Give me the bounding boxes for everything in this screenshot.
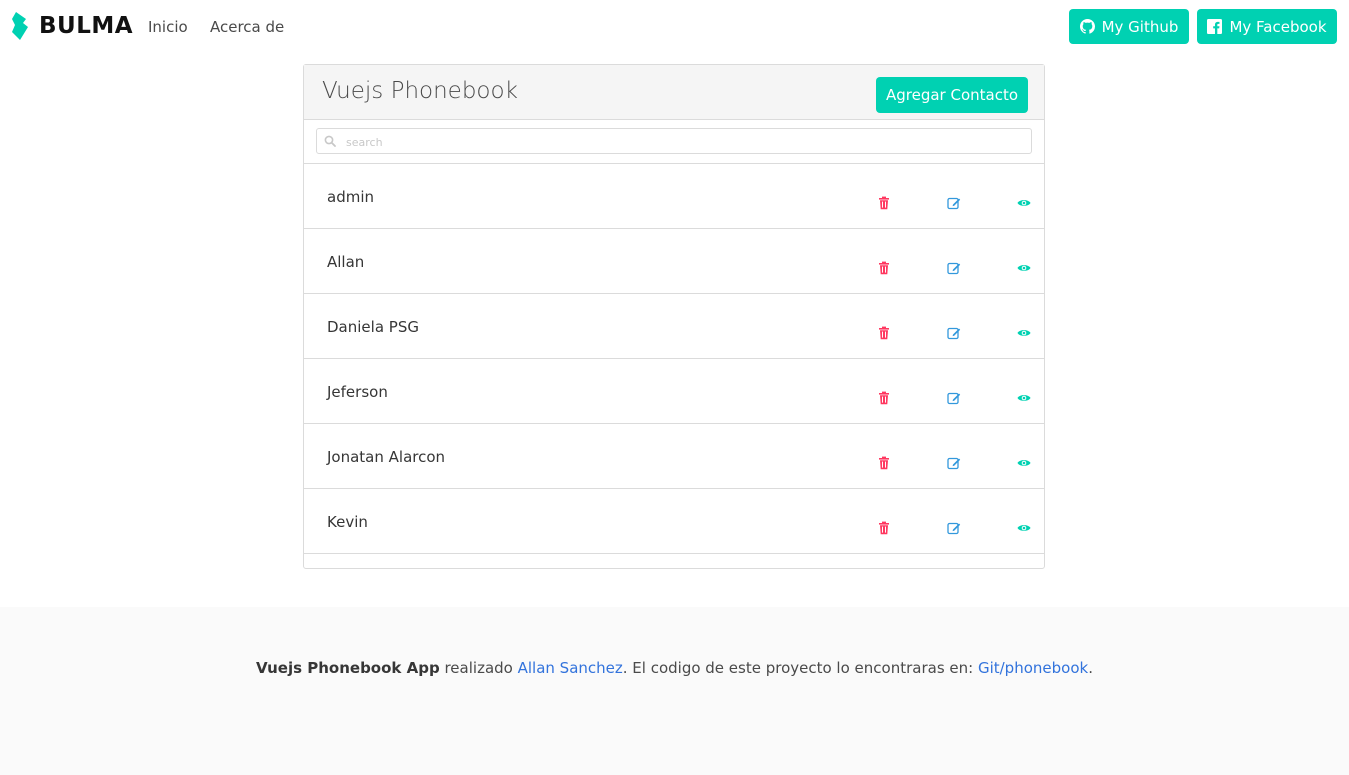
footer-text: Vuejs Phonebook App realizado Allan Sanc… <box>0 659 1349 677</box>
delete-icon[interactable] <box>877 196 891 210</box>
delete-icon[interactable] <box>877 521 891 535</box>
contact-name: admin <box>327 188 374 206</box>
view-icon[interactable] <box>1017 326 1031 340</box>
navbar: BULMA Inicio Acerca de My Github My Face… <box>0 0 1349 54</box>
facebook-icon <box>1207 19 1223 34</box>
brand[interactable]: BULMA <box>12 12 133 40</box>
contact-row[interactable]: Kevin <box>304 489 1044 554</box>
footer-app-name: Vuejs Phonebook App <box>256 659 440 677</box>
contact-row[interactable]: Allan <box>304 229 1044 294</box>
github-icon <box>1079 19 1095 34</box>
contact-list: admin Allan Daniela PSG Jeferson Jonatan Ala… <box>304 164 1044 554</box>
contact-name: Allan <box>327 253 365 271</box>
edit-icon[interactable] <box>947 261 961 275</box>
footer-repo-link[interactable]: Git/phonebook <box>978 659 1088 677</box>
card-header: Vuejs Phonebook Agregar Contacto <box>304 65 1044 120</box>
contact-name: Jonatan Alarcon <box>327 448 446 466</box>
footer-author-link[interactable]: Allan Sanchez <box>518 659 623 677</box>
delete-icon[interactable] <box>877 261 891 275</box>
edit-icon[interactable] <box>947 196 961 210</box>
view-icon[interactable] <box>1017 196 1031 210</box>
search-box[interactable] <box>316 128 1032 154</box>
contact-name: Daniela PSG <box>327 318 419 336</box>
footer: Vuejs Phonebook App realizado Allan Sanc… <box>0 607 1349 775</box>
search-icon <box>324 135 336 147</box>
footer-text-3: . <box>1088 659 1093 677</box>
contact-row[interactable]: Jonatan Alarcon <box>304 424 1044 489</box>
edit-icon[interactable] <box>947 326 961 340</box>
facebook-button[interactable]: My Facebook <box>1197 9 1337 44</box>
view-icon[interactable] <box>1017 521 1031 535</box>
search-input[interactable] <box>344 132 1028 152</box>
view-icon[interactable] <box>1017 456 1031 470</box>
delete-icon[interactable] <box>877 391 891 405</box>
contact-row[interactable]: Jeferson <box>304 359 1044 424</box>
contact-name: Jeferson <box>327 383 388 401</box>
add-contact-button-label: Agregar Contacto <box>885 86 1019 104</box>
add-contact-button[interactable]: Agregar Contacto <box>876 77 1028 113</box>
nav-link-acerca-de[interactable]: Acerca de <box>210 18 284 36</box>
brand-name: BULMA <box>39 13 134 39</box>
edit-icon[interactable] <box>947 456 961 470</box>
footer-text-2: . El codigo de este proyecto lo encontra… <box>622 659 978 677</box>
delete-icon[interactable] <box>877 456 891 470</box>
card-title: Vuejs Phonebook <box>322 78 518 104</box>
facebook-button-label: My Facebook <box>1229 17 1327 36</box>
delete-icon[interactable] <box>877 326 891 340</box>
bulma-logo-icon <box>12 12 28 40</box>
footer-text-1: realizado <box>439 659 518 677</box>
edit-icon[interactable] <box>947 391 961 405</box>
edit-icon[interactable] <box>947 521 961 535</box>
contact-row[interactable]: admin <box>304 164 1044 229</box>
view-icon[interactable] <box>1017 261 1031 275</box>
github-button[interactable]: My Github <box>1069 9 1189 44</box>
nav-link-inicio[interactable]: Inicio <box>148 18 188 36</box>
view-icon[interactable] <box>1017 391 1031 405</box>
phonebook-card: Vuejs Phonebook Agregar Contacto admin Al… <box>303 64 1045 569</box>
search-row <box>304 120 1044 164</box>
contact-name: Kevin <box>327 513 368 531</box>
github-button-label: My Github <box>1101 17 1179 36</box>
contact-row[interactable]: Daniela PSG <box>304 294 1044 359</box>
